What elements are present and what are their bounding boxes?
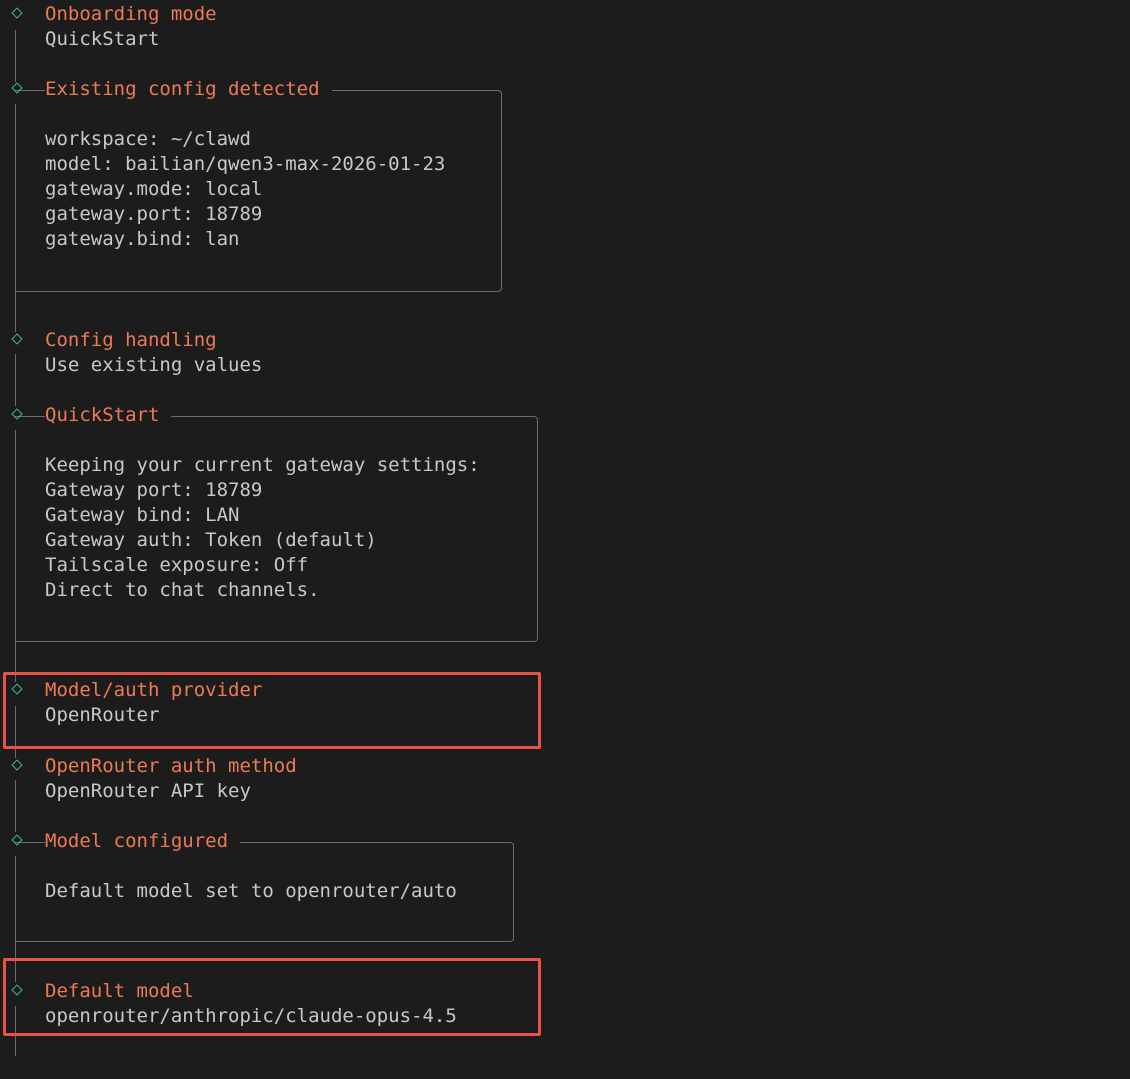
step-openrouter-auth-method: OpenRouter auth method — [0, 754, 297, 779]
quickstart-line-text: Direct to chat channels. — [45, 579, 320, 601]
step-value: OpenRouter API key — [45, 780, 251, 802]
step-value: QuickStart — [45, 28, 160, 50]
step-title: OpenRouter auth method — [45, 755, 297, 777]
config-line-text: model: bailian/qwen3-max-2026-01-23 — [45, 153, 446, 175]
diamond-icon — [11, 834, 23, 846]
step-title: QuickStart — [45, 403, 172, 428]
quickstart-line-text: Gateway auth: Token (default) — [45, 529, 377, 551]
highlight-box-model-auth-provider — [3, 672, 541, 749]
config-line-text: gateway.port: 18789 — [45, 203, 263, 225]
step-title: Onboarding mode — [45, 3, 217, 25]
step-config-handling: Config handling — [0, 328, 217, 353]
model-configured-line-text: Default model set to openrouter/auto — [45, 880, 457, 902]
config-line-text: gateway.mode: local — [45, 178, 263, 200]
step-value-row: QuickStart — [0, 27, 159, 52]
step-title: Model configured — [45, 829, 241, 854]
diamond-icon — [11, 333, 23, 345]
step-onboarding-mode: Onboarding mode — [0, 2, 217, 27]
diamond-icon — [11, 7, 23, 19]
diamond-icon — [11, 759, 23, 771]
step-quickstart: QuickStart — [0, 403, 172, 428]
step-title: Existing config detected — [45, 77, 332, 102]
highlight-box-default-model — [3, 958, 541, 1036]
diamond-icon — [11, 408, 23, 420]
step-value-row: Use existing values — [0, 353, 262, 378]
quickstart-line-text: Keeping your current gateway settings: — [45, 454, 480, 476]
step-value-row: OpenRouter API key — [0, 779, 251, 804]
step-model-configured: Model configured — [0, 829, 241, 854]
step-existing-config: Existing config detected — [0, 77, 332, 102]
diamond-icon — [11, 82, 23, 94]
config-line-text: workspace: ~/clawd — [45, 128, 251, 150]
terminal-output: Onboarding mode QuickStart Existing conf… — [0, 0, 1130, 1056]
quickstart-line-text: Tailscale exposure: Off — [45, 554, 309, 576]
quickstart-line-text: Gateway port: 18789 — [45, 479, 263, 501]
step-title: Config handling — [45, 329, 217, 351]
step-value: Use existing values — [45, 354, 263, 376]
quickstart-line-text: Gateway bind: LAN — [45, 504, 240, 526]
config-line-text: gateway.bind: lan — [45, 228, 240, 250]
